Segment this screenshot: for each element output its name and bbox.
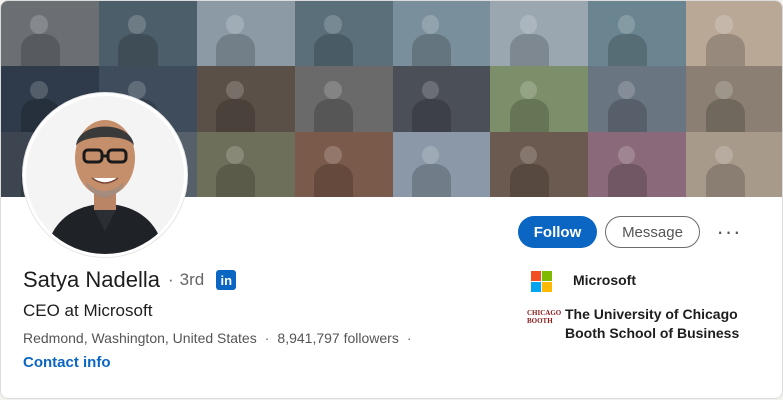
school-chicago-booth[interactable]: CHICAGO BOOTH The University of Chicago … — [527, 305, 739, 343]
banner-tile — [392, 131, 491, 197]
banner-tile — [196, 1, 295, 67]
avatar-portrait — [26, 96, 184, 254]
banner-tile — [686, 131, 782, 197]
location-text: Redmond, Washington, United States — [23, 330, 257, 346]
connection-degree: 3rd — [179, 270, 205, 289]
banner-tile — [588, 131, 687, 197]
contact-info-link[interactable]: Contact info — [23, 354, 111, 371]
banner-tile — [98, 1, 197, 67]
school-name: The University of Chicago Booth School o… — [565, 305, 739, 343]
banner-tile — [588, 66, 687, 132]
banner-tile — [294, 1, 393, 67]
banner-tile — [294, 131, 393, 197]
profile-photo[interactable] — [23, 93, 187, 257]
profile-meta: Redmond, Washington, United States · 8,9… — [23, 330, 420, 346]
banner-tile — [196, 66, 295, 132]
banner-tile — [196, 131, 295, 197]
degree-separator: · — [167, 270, 174, 289]
banner-tile — [294, 66, 393, 132]
follow-button[interactable]: Follow — [518, 216, 597, 248]
school-name-line1: The University of Chicago — [565, 306, 738, 322]
company-name: Microsoft — [573, 272, 636, 288]
banner-tile — [686, 1, 782, 67]
more-options-button[interactable]: ··· — [713, 216, 745, 248]
message-button[interactable]: Message — [605, 216, 700, 248]
linkedin-icon[interactable]: in — [216, 270, 237, 290]
followers-count: 8,941,797 followers — [277, 330, 399, 346]
booth-logo-line1: CHICAGO — [527, 309, 562, 317]
banner-tile — [392, 66, 491, 132]
profile-card: Satya Nadella · 3rd in CEO at Microsoft … — [0, 0, 783, 399]
school-name-line2: Booth School of Business — [565, 325, 740, 341]
company-microsoft[interactable]: Microsoft — [527, 267, 636, 303]
banner-tile — [686, 66, 782, 132]
banner-tile — [490, 131, 589, 197]
booth-logo-line2: BOOTH — [527, 317, 553, 325]
banner-tile — [588, 1, 687, 67]
trailing-separator: · — [406, 330, 412, 346]
banner-tile — [490, 1, 589, 67]
microsoft-logo-icon — [527, 267, 563, 303]
meta-separator: · — [264, 330, 270, 346]
banner-tile — [490, 66, 589, 132]
banner-tile — [392, 1, 491, 67]
chicago-booth-logo-icon: CHICAGO BOOTH — [527, 305, 562, 337]
profile-headline: CEO at Microsoft — [23, 301, 153, 320]
profile-name: Satya Nadella — [23, 267, 160, 292]
name-row: Satya Nadella · 3rd in — [23, 267, 237, 293]
banner-tile — [1, 1, 99, 67]
